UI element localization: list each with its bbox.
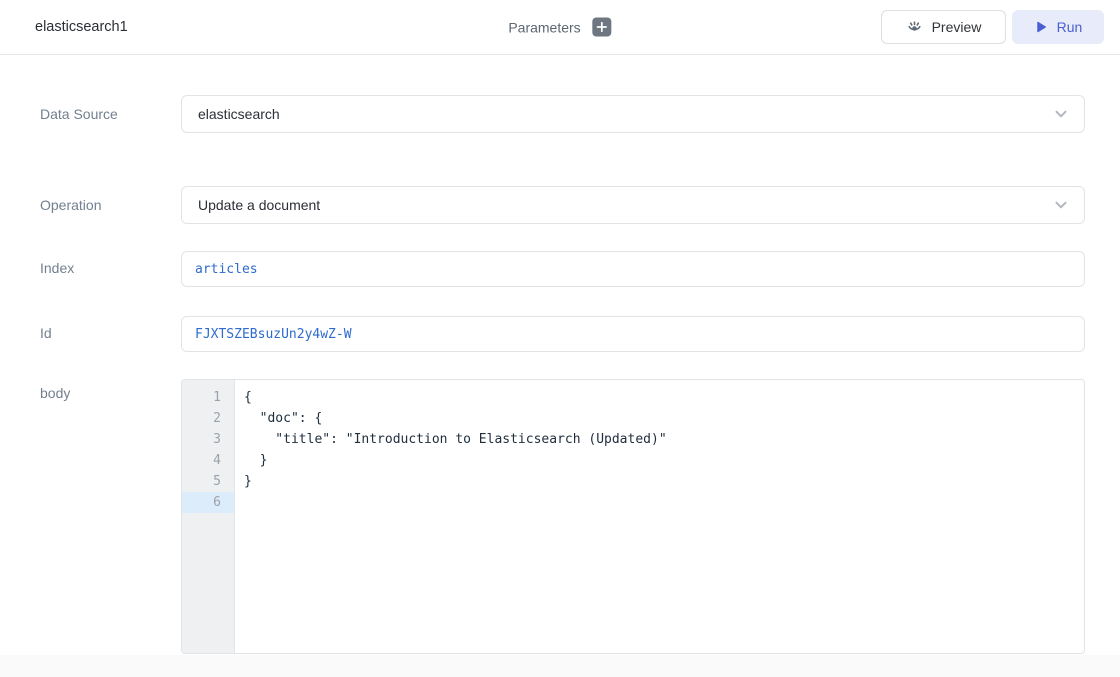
id-label: Id <box>40 316 181 352</box>
operation-label: Operation <box>40 186 181 224</box>
body-code-area[interactable]: { "doc": { "title": "Introduction to Ela… <box>235 380 1084 653</box>
eye-icon <box>906 19 923 36</box>
chevron-down-icon <box>1052 196 1070 214</box>
run-button-label: Run <box>1057 19 1083 35</box>
index-label: Index <box>40 251 181 287</box>
data-source-value: elasticsearch <box>198 106 280 122</box>
line-number: 4 <box>182 450 234 471</box>
query-name[interactable]: elasticsearch1 <box>35 19 128 35</box>
body-row: body 1 2 3 4 5 6 { "doc": { "title": "In… <box>40 379 1085 654</box>
line-number: 2 <box>182 408 234 429</box>
query-editor-topbar: elasticsearch1 Parameters <box>0 0 1120 55</box>
code-line: } <box>244 450 1084 471</box>
topbar-actions: Preview Run <box>881 10 1104 44</box>
id-row: Id FJXTSZEBsuzUn2y4wZ-W <box>40 316 1085 352</box>
index-row: Index articles <box>40 251 1085 287</box>
data-source-row: Data Source elasticsearch <box>40 55 1085 133</box>
line-number: 1 <box>182 387 234 408</box>
operation-value: Update a document <box>198 197 320 213</box>
data-source-select[interactable]: elasticsearch <box>181 95 1085 133</box>
code-line: } <box>244 471 1084 492</box>
page-background <box>0 655 1120 677</box>
run-button[interactable]: Run <box>1012 10 1104 44</box>
operation-select[interactable]: Update a document <box>181 186 1085 224</box>
body-label: body <box>40 379 181 654</box>
play-icon <box>1034 20 1048 34</box>
body-code-editor: 1 2 3 4 5 6 { "doc": { "title": "Introdu… <box>181 379 1085 654</box>
code-line <box>244 492 1084 513</box>
code-line: "doc": { <box>244 408 1084 429</box>
code-line: "title": "Introduction to Elasticsearch … <box>244 429 1084 450</box>
data-source-label: Data Source <box>40 95 181 133</box>
line-number: 3 <box>182 429 234 450</box>
operation-row: Operation Update a document <box>40 186 1085 224</box>
id-input[interactable]: FJXTSZEBsuzUn2y4wZ-W <box>181 316 1085 352</box>
line-number: 5 <box>182 471 234 492</box>
add-parameter-button[interactable] <box>593 18 612 37</box>
query-form: Data Source elasticsearch Operation Upda… <box>0 55 1120 655</box>
preview-button-label: Preview <box>932 19 982 35</box>
chevron-down-icon <box>1052 105 1070 123</box>
editor-line-numbers: 1 2 3 4 5 6 <box>182 380 235 653</box>
plus-icon <box>597 22 608 33</box>
line-number-active: 6 <box>182 492 234 513</box>
preview-button[interactable]: Preview <box>881 10 1006 44</box>
index-input[interactable]: articles <box>181 251 1085 287</box>
code-line: { <box>244 387 1084 408</box>
parameters-label: Parameters <box>508 19 580 35</box>
parameters-section: Parameters <box>508 18 611 37</box>
